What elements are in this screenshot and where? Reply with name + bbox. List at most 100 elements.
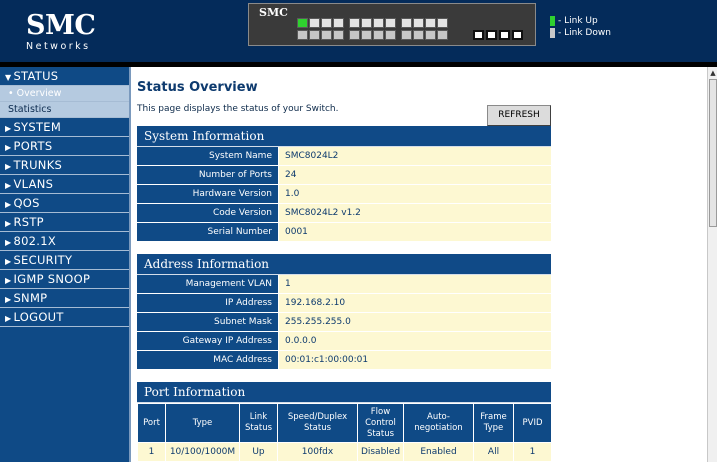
column-header: Frame Type bbox=[473, 403, 514, 443]
row-value: SMC8024L2 bbox=[279, 147, 551, 165]
combo-port-icon bbox=[473, 30, 484, 40]
sidebar-subitem-label: Statistics bbox=[8, 104, 52, 115]
sidebar-item-trunks[interactable]: ▶ TRUNKS bbox=[0, 156, 129, 175]
row-label: Management VLAN bbox=[137, 275, 279, 293]
table-row: Hardware Version 1.0 bbox=[137, 185, 551, 204]
combo-port-icon bbox=[499, 30, 510, 40]
main-content: Status Overview This page displays the s… bbox=[133, 67, 707, 462]
row-value: 1 bbox=[279, 275, 551, 293]
row-label: Subnet Mask bbox=[137, 313, 279, 331]
column-header: Port bbox=[137, 403, 166, 443]
table-cell: All bbox=[473, 442, 514, 462]
port-led-icon bbox=[425, 30, 436, 40]
triangle-right-icon: ▶ bbox=[5, 124, 12, 133]
triangle-right-icon: ▶ bbox=[5, 314, 12, 323]
switch-brand-label: SMC bbox=[259, 6, 288, 19]
triangle-down-icon: ▼ bbox=[5, 73, 12, 82]
row-label: IP Address bbox=[137, 294, 279, 312]
port-led-icon bbox=[361, 30, 372, 40]
sidebar-subitem-overview[interactable]: • Overview bbox=[0, 86, 129, 102]
row-label: Number of Ports bbox=[137, 166, 279, 184]
table-cell: 1 bbox=[513, 442, 552, 462]
sidebar-nav: ▼ STATUS • Overview Statistics ▶ SYSTEM ▶ P… bbox=[0, 67, 131, 462]
port-table: Port Type Link Status Speed/Duplex Statu… bbox=[137, 403, 552, 462]
sidebar-item-label: QOS bbox=[13, 196, 40, 210]
row-value: 192.168.2.10 bbox=[279, 294, 551, 312]
row-label: MAC Address bbox=[137, 351, 279, 369]
row-value: 0001 bbox=[279, 223, 551, 241]
sidebar-item-logout[interactable]: ▶ LOGOUT bbox=[0, 308, 129, 327]
sidebar-item-label: SYSTEM bbox=[13, 120, 62, 134]
section-title: Port Information bbox=[137, 382, 551, 403]
port-led-icon bbox=[321, 30, 332, 40]
table-cell: 100fdx bbox=[277, 442, 358, 462]
table-header-row: Port Type Link Status Speed/Duplex Statu… bbox=[137, 403, 552, 443]
section-title: Address Information bbox=[137, 254, 551, 275]
table-row: Serial Number 0001 bbox=[137, 223, 551, 242]
triangle-right-icon: ▶ bbox=[5, 238, 12, 247]
column-header: Auto-negotiation bbox=[403, 403, 474, 443]
legend-link-up-label: - Link Up bbox=[558, 16, 598, 26]
port-led-icon bbox=[321, 18, 332, 28]
table-cell: Disabled bbox=[357, 442, 404, 462]
sidebar-item-vlans[interactable]: ▶ VLANS bbox=[0, 175, 129, 194]
table-row: Management VLAN 1 bbox=[137, 275, 551, 294]
port-led-icon bbox=[373, 18, 384, 28]
sidebar-item-8021x[interactable]: ▶ 802.1X bbox=[0, 232, 129, 251]
port-led-icon bbox=[385, 30, 396, 40]
table-cell: 1 bbox=[137, 442, 166, 462]
row-value: 0.0.0.0 bbox=[279, 332, 551, 350]
port-led-icon bbox=[437, 30, 448, 40]
column-header: PVID bbox=[513, 403, 552, 443]
sidebar-item-qos[interactable]: ▶ QOS bbox=[0, 194, 129, 213]
table-cell: Enabled bbox=[403, 442, 474, 462]
sidebar-item-label: LOGOUT bbox=[13, 310, 64, 324]
port-led-icon bbox=[385, 18, 396, 28]
sidebar-item-security[interactable]: ▶ SECURITY bbox=[0, 251, 129, 270]
sidebar-item-label: SNMP bbox=[13, 291, 48, 305]
vertical-scrollbar[interactable]: ▲ bbox=[707, 67, 717, 462]
scroll-thumb[interactable] bbox=[709, 79, 717, 227]
port-led-icon bbox=[437, 18, 448, 28]
scroll-up-arrow-icon[interactable]: ▲ bbox=[708, 67, 717, 79]
table-row: Subnet Mask 255.255.255.0 bbox=[137, 313, 551, 332]
system-info-section: System Information System Name SMC8024L2… bbox=[137, 126, 551, 242]
page-title: Status Overview bbox=[137, 80, 258, 95]
table-row: MAC Address 00:01:c1:00:00:01 bbox=[137, 351, 551, 370]
link-up-swatch-icon bbox=[550, 16, 555, 26]
sidebar-item-label: 802.1X bbox=[13, 234, 57, 248]
sidebar-item-rstp[interactable]: ▶ RSTP bbox=[0, 213, 129, 232]
port-group bbox=[349, 18, 396, 40]
port-led-icon bbox=[361, 18, 372, 28]
sidebar-subitem-statistics[interactable]: Statistics bbox=[0, 102, 129, 118]
sidebar-item-status[interactable]: ▼ STATUS bbox=[0, 67, 129, 86]
port-info-section: Port Information Port Type Link Status S… bbox=[137, 382, 552, 462]
row-label: Code Version bbox=[137, 204, 279, 222]
port-led-icon bbox=[425, 18, 436, 28]
column-header: Flow Control Status bbox=[357, 403, 404, 443]
table-row: Code Version SMC8024L2 v1.2 bbox=[137, 204, 551, 223]
port-led-icon bbox=[413, 18, 424, 28]
sidebar-item-snmp[interactable]: ▶ SNMP bbox=[0, 289, 129, 308]
section-title: System Information bbox=[137, 126, 551, 147]
legend-link-up: - Link Up bbox=[550, 15, 611, 27]
sidebar-item-system[interactable]: ▶ SYSTEM bbox=[0, 118, 129, 137]
row-value: 00:01:c1:00:00:01 bbox=[279, 351, 551, 369]
port-led-icon bbox=[297, 30, 308, 40]
port-led-icon bbox=[309, 30, 320, 40]
table-row: 1 10/100/1000M Up 100fdx Disabled Enable… bbox=[137, 442, 552, 462]
table-row: Gateway IP Address 0.0.0.0 bbox=[137, 332, 551, 351]
port-group bbox=[297, 18, 344, 40]
triangle-right-icon: ▶ bbox=[5, 143, 12, 152]
sidebar-item-label: TRUNKS bbox=[13, 158, 63, 172]
sidebar-item-label: SECURITY bbox=[13, 253, 73, 267]
sidebar-item-ports[interactable]: ▶ PORTS bbox=[0, 137, 129, 156]
sidebar-item-igmp-snoop[interactable]: ▶ IGMP SNOOP bbox=[0, 270, 129, 289]
legend-link-down: - Link Down bbox=[550, 27, 611, 39]
refresh-button[interactable]: REFRESH bbox=[487, 105, 551, 126]
row-value: 24 bbox=[279, 166, 551, 184]
row-value: 255.255.255.0 bbox=[279, 313, 551, 331]
triangle-right-icon: ▶ bbox=[5, 276, 12, 285]
row-value: SMC8024L2 v1.2 bbox=[279, 204, 551, 222]
logo-text: SMC bbox=[26, 10, 96, 41]
